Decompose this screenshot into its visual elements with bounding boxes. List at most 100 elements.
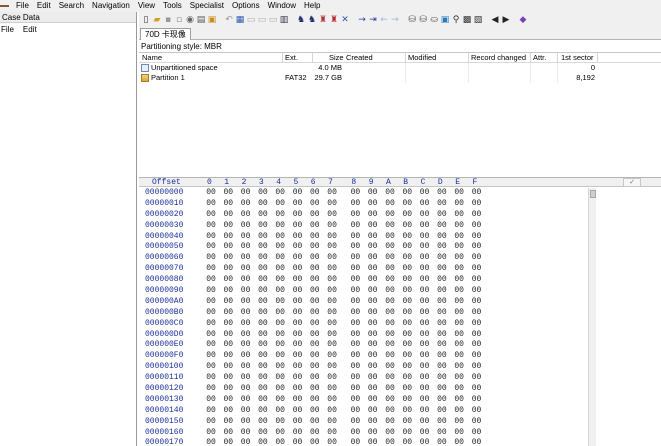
hex-byte[interactable]: 00 bbox=[205, 264, 217, 275]
hex-byte[interactable]: 00 bbox=[274, 373, 286, 384]
hex-byte[interactable]: 00 bbox=[471, 384, 483, 395]
hex-byte[interactable]: 00 bbox=[240, 330, 252, 341]
hex-byte[interactable]: 00 bbox=[384, 221, 396, 232]
hex-byte[interactable]: 00 bbox=[240, 373, 252, 384]
hex-byte[interactable]: 00 bbox=[240, 308, 252, 319]
hex-byte[interactable]: 00 bbox=[240, 362, 252, 373]
hex-byte[interactable]: 00 bbox=[240, 210, 252, 221]
hex-byte[interactable]: 00 bbox=[384, 232, 396, 243]
hex-byte[interactable]: 00 bbox=[349, 188, 361, 199]
hex-byte[interactable]: 00 bbox=[401, 438, 413, 446]
hex-byte[interactable]: 00 bbox=[436, 319, 448, 330]
hex-byte[interactable]: 00 bbox=[274, 417, 286, 428]
col-name[interactable]: Name bbox=[142, 53, 162, 63]
hex-byte[interactable]: 00 bbox=[292, 319, 304, 330]
hex-byte[interactable]: 00 bbox=[205, 308, 217, 319]
hex-byte[interactable]: 00 bbox=[401, 384, 413, 395]
print-icon[interactable]: ▤ bbox=[196, 15, 206, 25]
hex-byte[interactable]: 00 bbox=[419, 188, 431, 199]
hex-byte[interactable]: 00 bbox=[222, 253, 234, 264]
hex-byte[interactable]: 00 bbox=[257, 253, 269, 264]
hex-byte[interactable]: 00 bbox=[274, 319, 286, 330]
hex-byte[interactable]: 00 bbox=[257, 340, 269, 351]
hex-byte[interactable]: 00 bbox=[453, 210, 465, 221]
hex-byte[interactable]: 00 bbox=[274, 340, 286, 351]
hex-byte[interactable]: 00 bbox=[453, 330, 465, 341]
hex-byte[interactable]: 00 bbox=[205, 395, 217, 406]
hex-byte[interactable]: 00 bbox=[367, 199, 379, 210]
hex-byte[interactable]: 00 bbox=[274, 330, 286, 341]
hex-byte[interactable]: 00 bbox=[309, 330, 321, 341]
hex-byte[interactable]: 00 bbox=[453, 232, 465, 243]
hex-byte[interactable]: 00 bbox=[401, 428, 413, 439]
hex-byte[interactable]: 00 bbox=[309, 308, 321, 319]
hex-byte[interactable]: 00 bbox=[471, 253, 483, 264]
hex-byte[interactable]: 00 bbox=[453, 221, 465, 232]
hex-byte[interactable]: 00 bbox=[222, 297, 234, 308]
hex-row[interactable]: 000000B0 00 00 00 00 00 00 00 00 00 00 00 00 00 00 00 00 bbox=[139, 308, 589, 319]
hex-byte[interactable]: 00 bbox=[205, 384, 217, 395]
hex-byte[interactable]: 00 bbox=[309, 253, 321, 264]
hex-byte[interactable]: 00 bbox=[292, 373, 304, 384]
hex-byte[interactable]: 00 bbox=[349, 210, 361, 221]
hex-byte[interactable]: 00 bbox=[349, 330, 361, 341]
hex-row[interactable]: 00000100 00 00 00 00 00 00 00 00 00 00 00 00 00 00 00 00 bbox=[139, 362, 589, 373]
hex-byte[interactable]: 00 bbox=[471, 297, 483, 308]
hex-byte[interactable]: 00 bbox=[367, 384, 379, 395]
hex-byte[interactable]: 00 bbox=[419, 264, 431, 275]
hex-byte[interactable]: 00 bbox=[436, 384, 448, 395]
hex-byte[interactable]: 00 bbox=[453, 362, 465, 373]
hex-byte[interactable]: 00 bbox=[401, 330, 413, 341]
hex-byte[interactable]: 00 bbox=[384, 242, 396, 253]
hex-byte[interactable]: 00 bbox=[257, 438, 269, 446]
hex-byte[interactable]: 00 bbox=[367, 340, 379, 351]
hex-byte[interactable]: 00 bbox=[349, 351, 361, 362]
hex-byte[interactable]: 00 bbox=[326, 308, 338, 319]
hex-byte[interactable]: 00 bbox=[367, 417, 379, 428]
hex-byte[interactable]: 00 bbox=[257, 417, 269, 428]
hex-byte[interactable]: 00 bbox=[240, 188, 252, 199]
hex-byte[interactable]: 00 bbox=[274, 242, 286, 253]
tab-disk[interactable]: 70D 卡现像 bbox=[140, 28, 191, 40]
vertical-scrollbar[interactable] bbox=[588, 188, 596, 446]
hex-byte[interactable]: 00 bbox=[471, 362, 483, 373]
hex-byte[interactable]: 00 bbox=[419, 373, 431, 384]
hex-byte[interactable]: 00 bbox=[205, 275, 217, 286]
hex-byte[interactable]: 00 bbox=[367, 275, 379, 286]
hex-byte[interactable]: 00 bbox=[326, 330, 338, 341]
hex-byte[interactable]: 00 bbox=[419, 406, 431, 417]
app-icon[interactable] bbox=[0, 1, 10, 11]
hex-row[interactable]: 00000120 00 00 00 00 00 00 00 00 00 00 00 00 00 00 00 00 bbox=[139, 384, 589, 395]
hex-byte[interactable]: 00 bbox=[471, 221, 483, 232]
process-icon[interactable]: ▧ bbox=[473, 15, 483, 25]
hex-byte[interactable]: 00 bbox=[292, 253, 304, 264]
hex-byte[interactable]: 00 bbox=[240, 417, 252, 428]
menu-options[interactable]: Options bbox=[228, 0, 264, 12]
hex-byte[interactable]: 00 bbox=[367, 253, 379, 264]
hex-byte[interactable]: 00 bbox=[471, 275, 483, 286]
hex-byte[interactable]: 00 bbox=[453, 351, 465, 362]
hex-byte[interactable]: 00 bbox=[471, 330, 483, 341]
hex-byte[interactable]: 00 bbox=[309, 351, 321, 362]
hex-byte[interactable]: 00 bbox=[222, 406, 234, 417]
hex-byte[interactable]: 00 bbox=[349, 438, 361, 446]
hex-byte[interactable]: 00 bbox=[401, 373, 413, 384]
col-attr[interactable]: Attr. bbox=[533, 53, 546, 63]
hex-byte[interactable]: 00 bbox=[257, 308, 269, 319]
hex-byte[interactable]: 00 bbox=[401, 297, 413, 308]
hex-byte[interactable]: 00 bbox=[222, 395, 234, 406]
hex-byte[interactable]: 00 bbox=[367, 232, 379, 243]
hex-byte[interactable]: 00 bbox=[222, 362, 234, 373]
disk-edit-icon[interactable]: ▣ bbox=[440, 15, 450, 25]
hex-byte[interactable]: 00 bbox=[292, 264, 304, 275]
hex-byte[interactable]: 00 bbox=[419, 308, 431, 319]
hex-byte[interactable]: 00 bbox=[401, 253, 413, 264]
hex-byte[interactable]: 00 bbox=[222, 210, 234, 221]
hex-byte[interactable]: 00 bbox=[419, 232, 431, 243]
hex-byte[interactable]: 00 bbox=[384, 395, 396, 406]
hex-byte[interactable]: 00 bbox=[205, 232, 217, 243]
col-modified[interactable]: Modified bbox=[408, 53, 436, 63]
hex-byte[interactable]: 00 bbox=[240, 395, 252, 406]
hex-byte[interactable]: 00 bbox=[292, 242, 304, 253]
hex-byte[interactable]: 00 bbox=[292, 330, 304, 341]
